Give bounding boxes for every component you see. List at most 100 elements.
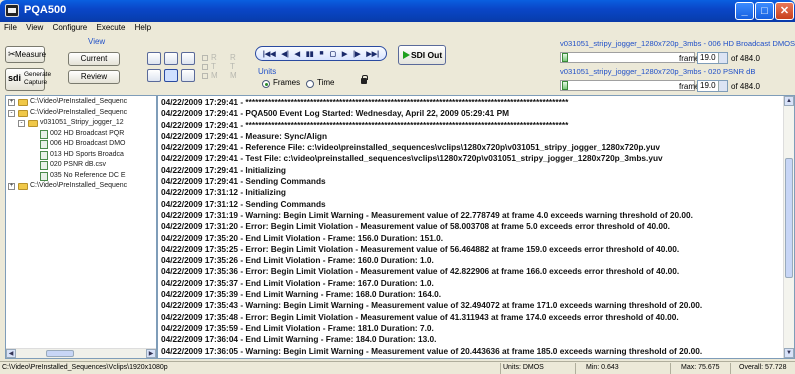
status-units: Units: DMOS xyxy=(500,363,575,374)
log-line: 04/22/2009 17:36:04 - End Limit Warning … xyxy=(161,334,437,345)
units-frames-label: Frames xyxy=(273,78,301,87)
units-time-label: Time xyxy=(317,78,335,87)
prev-icon[interactable]: ◀| xyxy=(281,50,288,58)
viewer-1-slider[interactable] xyxy=(560,52,695,63)
log-line: 04/22/2009 17:36:05 - Warning: Begin Lim… xyxy=(161,345,703,356)
tree-item-label: v031051_Stripy_jogger_12 xyxy=(40,119,124,126)
layout-grid-icon[interactable] xyxy=(147,52,161,65)
play-icon[interactable]: ▶ xyxy=(342,50,347,58)
sdi-out-button[interactable]: SDI Out xyxy=(398,45,446,65)
viewer-2-slider-thumb[interactable] xyxy=(562,81,568,90)
measure-button[interactable]: ✂ Measure xyxy=(5,46,47,63)
folder-icon xyxy=(18,99,28,106)
skip-start-icon[interactable]: |◀◀ xyxy=(263,50,276,58)
log-line: 04/22/2009 17:29:41 - Measure: Sync/Alig… xyxy=(161,130,328,141)
viewer-2-frame-input[interactable]: 19.0 xyxy=(697,80,728,92)
close-button[interactable]: ✕ xyxy=(775,2,794,20)
current-button[interactable]: Current xyxy=(68,52,120,66)
m-checkbox[interactable] xyxy=(202,73,208,79)
t-checkbox[interactable] xyxy=(202,64,208,70)
layout-list-icon[interactable] xyxy=(164,69,178,82)
tree-scroll-thumb[interactable] xyxy=(46,350,74,357)
log-line: 04/22/2009 17:35:48 - Error: Begin Limit… xyxy=(161,311,679,322)
r-label-b: R xyxy=(230,53,236,62)
folder-icon xyxy=(28,120,38,127)
layout-quad-icon[interactable] xyxy=(164,52,178,65)
log-line: 04/22/2009 17:29:41 - ******************… xyxy=(161,97,569,107)
maximize-button[interactable]: □ xyxy=(755,2,774,20)
layout-wave-icon[interactable] xyxy=(147,69,161,82)
tree-item-label: 020 PSNR dB.csv xyxy=(50,161,107,168)
tree-horizontal-scrollbar[interactable]: ◀ ▶ xyxy=(6,348,156,358)
r-checkbox[interactable] xyxy=(202,55,208,61)
scroll-up-icon[interactable]: ▲ xyxy=(784,96,794,106)
log-line: 04/22/2009 17:35:26 - End Limit Violatio… xyxy=(161,255,434,266)
log-line: 04/22/2009 17:36:07 - End Limit Warning … xyxy=(161,357,781,358)
collapse-icon[interactable]: - xyxy=(18,120,25,127)
review-button[interactable]: Review xyxy=(68,70,120,84)
log-line: 04/22/2009 17:29:41 - Sending Commands xyxy=(161,176,326,187)
csv-file-icon xyxy=(40,140,48,149)
log-line: 04/22/2009 17:35:25 - Error: Begin Limit… xyxy=(161,243,680,254)
sdi-logo-icon: sdi xyxy=(8,73,22,83)
log-line: 04/22/2009 17:35:43 - Warning: Begin Lim… xyxy=(161,300,703,311)
collapse-icon[interactable]: - xyxy=(8,109,15,117)
expand-icon[interactable]: + xyxy=(8,183,15,190)
log-line: 04/22/2009 17:29:41 - PQA500 Event Log S… xyxy=(161,108,510,119)
layout-single-icon[interactable] xyxy=(181,69,195,82)
file-tree: + C:\Video\PreInstalled_Sequenc - C:\Video\… xyxy=(5,95,157,359)
log-vertical-scrollbar[interactable]: ▲ ▼ xyxy=(783,96,794,358)
pause-icon[interactable]: ▮▮ xyxy=(306,50,314,58)
viewer-2-slider[interactable] xyxy=(560,80,695,91)
measure-label: Measure xyxy=(15,50,47,59)
log-line: 04/22/2009 17:31:20 - Error: Begin Limit… xyxy=(161,221,670,232)
transport-controls: |◀◀ ◀| ◀ ▮▮ ■ ▢ ▶ |▶ ▶▶| xyxy=(255,46,387,61)
menu-view[interactable]: View xyxy=(22,22,46,32)
t-label-a: T xyxy=(211,62,216,71)
minimize-button[interactable]: _ xyxy=(735,2,754,20)
generate-capture-button[interactable]: sdi Generate Capture xyxy=(5,68,51,91)
folder-icon xyxy=(18,183,28,190)
units-time-radio[interactable] xyxy=(306,80,314,88)
layout-stack-icon[interactable] xyxy=(181,52,195,65)
tree-item-label: 002 HD Broadcast PQR xyxy=(50,129,125,137)
viewer-1-slider-thumb[interactable] xyxy=(562,53,568,62)
m-label-a: M xyxy=(211,71,218,80)
folder-icon xyxy=(18,109,28,117)
title-bar: PQA500 _ □ ✕ xyxy=(0,0,795,22)
loop-icon[interactable]: ▢ xyxy=(329,50,336,58)
tree-item-label: C:\Video\PreInstalled_Sequenc xyxy=(30,98,128,105)
units-frames-radio[interactable] xyxy=(262,80,270,88)
event-log-lines: 04/22/2009 17:29:41 - ******************… xyxy=(161,97,781,358)
log-line: 04/22/2009 17:31:12 - Sending Commands xyxy=(161,198,326,209)
skip-end-icon[interactable]: ▶▶| xyxy=(366,50,379,58)
scroll-left-icon[interactable]: ◀ xyxy=(6,349,16,358)
step-back-icon[interactable]: ◀ xyxy=(295,50,300,58)
log-line: 04/22/2009 17:35:37 - End Limit Violatio… xyxy=(161,277,434,288)
log-line: 04/22/2009 17:35:59 - End Limit Violatio… xyxy=(161,322,434,333)
scissors-icon: ✂ xyxy=(8,49,16,59)
menu-help[interactable]: Help xyxy=(131,22,154,32)
menu-configure[interactable]: Configure xyxy=(49,22,91,32)
toolbar: ✂ Measure sdi Generate Capture View Curr… xyxy=(0,36,795,94)
log-scroll-thumb[interactable] xyxy=(785,158,793,278)
scroll-down-icon[interactable]: ▼ xyxy=(784,348,794,358)
stop-icon[interactable]: ■ xyxy=(319,50,323,57)
viewer-1-frame-input[interactable]: 19.0 xyxy=(697,52,728,64)
lock-icon[interactable] xyxy=(361,75,368,84)
menu-bar: File View Configure Execute Help xyxy=(0,22,795,36)
step-forward-icon[interactable]: |▶ xyxy=(353,50,360,58)
viewer-2-title: v031051_stripy_jogger_1280x720p_3mbs - 0… xyxy=(560,67,756,76)
log-line: 04/22/2009 17:29:41 - Initializing xyxy=(161,164,286,175)
view-group-label: View xyxy=(88,37,106,46)
log-line: 04/22/2009 17:29:41 - ******************… xyxy=(161,119,569,130)
expand-icon[interactable]: + xyxy=(8,99,15,106)
event-log: 04/22/2009 17:29:41 - ******************… xyxy=(157,95,795,359)
menu-execute[interactable]: Execute xyxy=(92,22,128,32)
menu-file[interactable]: File xyxy=(0,22,20,32)
scroll-right-icon[interactable]: ▶ xyxy=(146,349,156,358)
status-min: Min: 0.643 xyxy=(575,363,670,374)
log-line: 04/22/2009 17:35:39 - End Limit Warning … xyxy=(161,289,442,300)
r-label-a: R xyxy=(211,53,217,62)
status-max: Max: 75.675 xyxy=(670,363,730,374)
